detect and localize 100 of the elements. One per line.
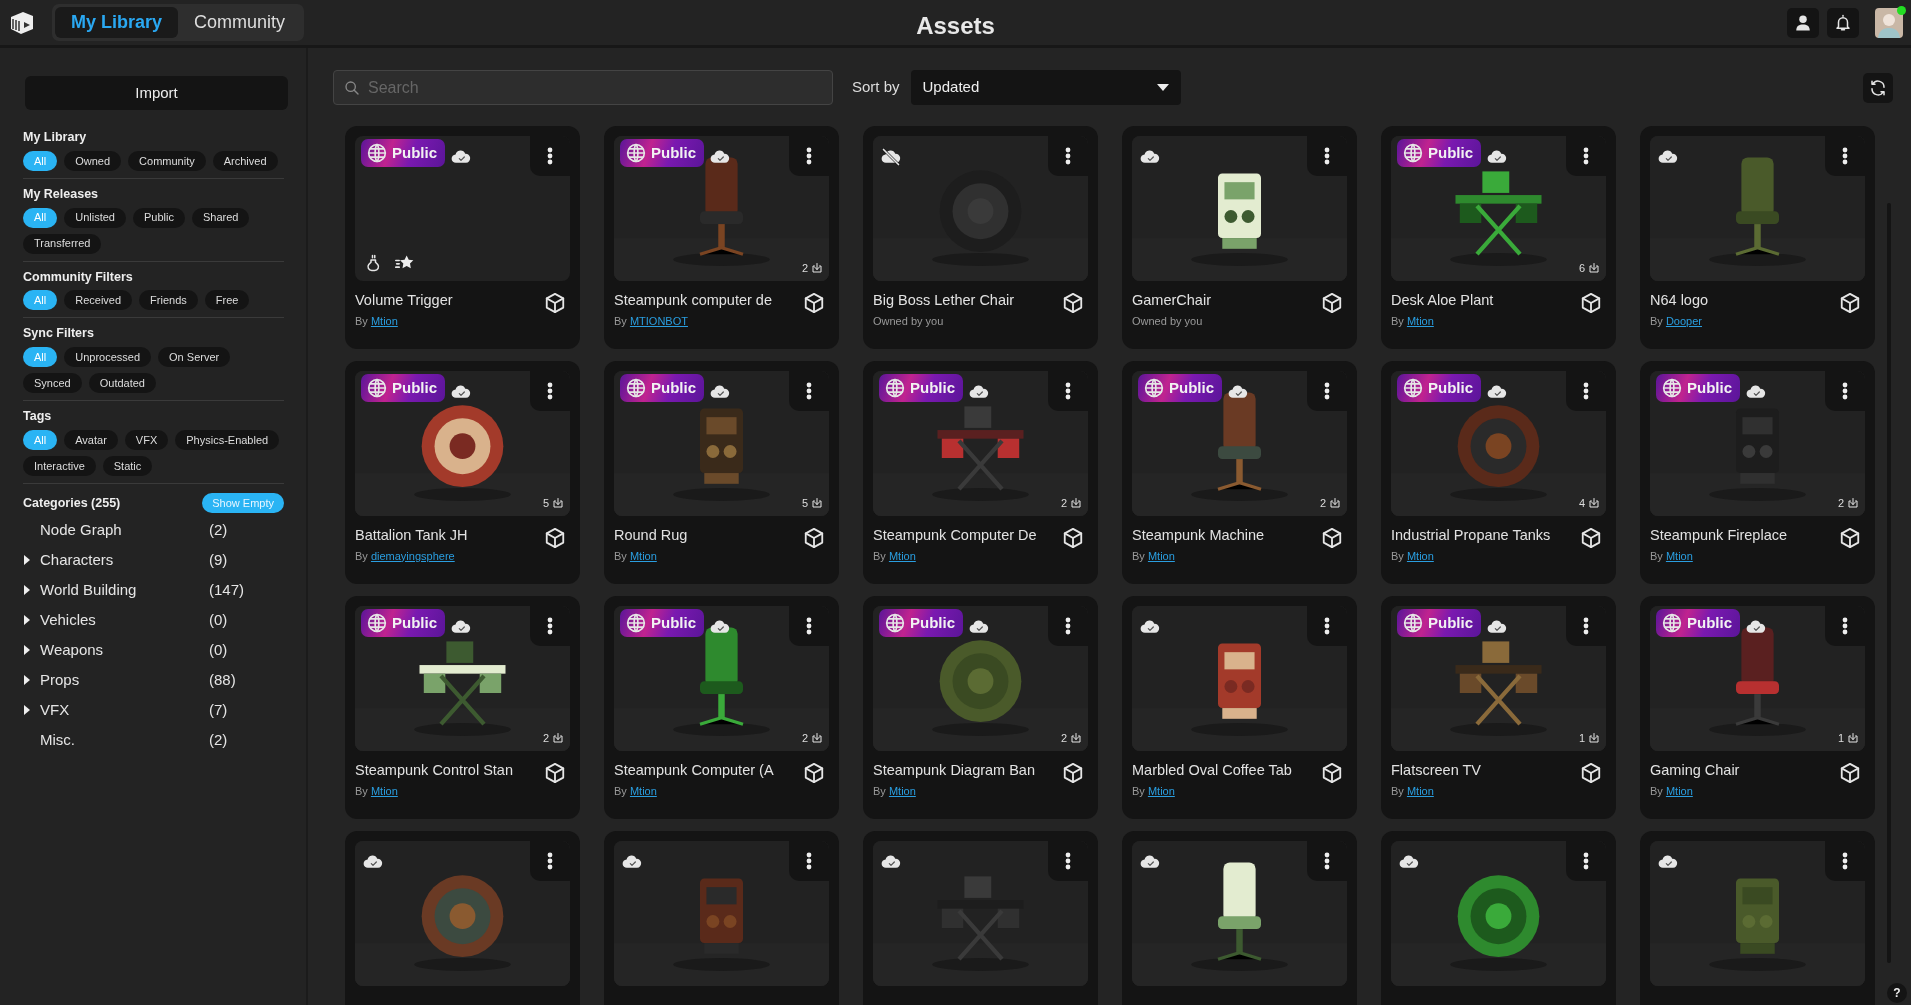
asset-card[interactable]: Public 2 Steampunk Computer (A By Mtion	[604, 596, 839, 819]
filter-chip[interactable]: Outdated	[88, 373, 156, 393]
download-count: 2	[1060, 494, 1082, 511]
help-button[interactable]: ?	[1887, 983, 1907, 1003]
category-name[interactable]: Misc.	[40, 729, 75, 752]
cube-icon	[803, 526, 825, 549]
author-link[interactable]: diemayingsphere	[370, 549, 455, 562]
author-link[interactable]: Mtion	[888, 784, 916, 797]
filter-chip[interactable]: Public	[133, 207, 185, 228]
expand-arrow-icon[interactable]	[23, 585, 31, 596]
tab[interactable]: Community	[178, 7, 302, 38]
download-count: 2	[542, 729, 564, 746]
asset-card[interactable]: Public 2 Steampunk Fireplace By Mtion	[1640, 361, 1875, 584]
asset-card[interactable]: Public 2 Steampunk Machine By Mtion	[1122, 361, 1357, 584]
public-badge: Public	[620, 374, 704, 402]
filter-chip[interactable]: Unlisted	[64, 207, 126, 228]
download-icon	[1070, 731, 1082, 744]
public-badge: Public	[361, 609, 445, 637]
asset-card[interactable]: Public 2 Steampunk Computer De By Mtion	[863, 361, 1098, 584]
author-link[interactable]: Mtion	[629, 784, 657, 797]
public-badge: Public	[361, 374, 445, 402]
filter-chip[interactable]: VFX	[124, 429, 169, 450]
author-link[interactable]: Mtion	[1406, 314, 1434, 327]
refresh-button[interactable]	[1863, 72, 1893, 103]
filter-chip[interactable]: Community	[128, 150, 206, 171]
filter-chip[interactable]: Avatar	[64, 429, 118, 450]
filter-chip[interactable]: Static	[102, 455, 153, 476]
asset-card[interactable]: GamerChair Owned by you	[1122, 126, 1357, 349]
expand-arrow-icon[interactable]	[23, 615, 31, 626]
byline-label: By	[355, 314, 369, 327]
download-count: 2	[1319, 494, 1341, 511]
author-link[interactable]: Mtion	[370, 314, 398, 327]
cube-icon	[1321, 526, 1343, 549]
author-link[interactable]: Mtion	[1147, 784, 1175, 797]
filter-chip[interactable]: Archived	[212, 150, 278, 171]
filter-chip[interactable]: Owned	[64, 150, 122, 171]
category-name[interactable]: World Building	[40, 579, 137, 602]
category-name[interactable]: Weapons	[40, 639, 104, 662]
asset-card[interactable]: Public 2 Steampunk computer de By MTIONBOT	[604, 126, 839, 349]
download-icon	[811, 261, 823, 274]
expand-arrow-icon[interactable]	[23, 705, 31, 716]
profile-button[interactable]	[1787, 7, 1819, 38]
asset-card[interactable]: Public Volume Trigger By Mtion	[345, 126, 580, 349]
notifications-button[interactable]	[1827, 7, 1859, 38]
public-badge: Public	[879, 374, 963, 402]
expand-arrow-icon[interactable]	[23, 675, 31, 686]
more-options-icon	[1583, 147, 1589, 165]
download-count: 5	[801, 494, 823, 511]
category-name[interactable]: Characters	[40, 549, 114, 572]
filter-chip[interactable]: Transferred	[23, 233, 102, 254]
import-button[interactable]: Import	[25, 76, 288, 110]
asset-card[interactable]: Big Boss Lether Chair Owned by you	[863, 126, 1098, 349]
asset-card[interactable]: Public 2 Steampunk Control Stan By Mtion	[345, 596, 580, 819]
expand-arrow-icon[interactable]	[23, 555, 31, 566]
asset-card[interactable]: Public 2 Steampunk Diagram Ban By Mtion	[863, 596, 1098, 819]
author-link[interactable]: Mtion	[629, 549, 657, 562]
search-field[interactable]: Search	[333, 70, 833, 105]
asset-card[interactable]: Public 5 Battalion Tank JH By diemayingsphere	[345, 361, 580, 584]
expand-arrow-icon[interactable]	[23, 645, 31, 656]
cube-icon	[803, 291, 825, 314]
download-icon	[1847, 731, 1859, 744]
author-link[interactable]: Mtion	[1406, 549, 1434, 562]
category-count: (147)	[209, 580, 245, 600]
author-link[interactable]: Mtion	[1406, 784, 1434, 797]
asset-card[interactable]: Public 4 Industrial Propane Tanks By Mtion	[1381, 361, 1616, 584]
asset-card[interactable]: Public 5 Round Rug By Mtion	[604, 361, 839, 584]
asset-card[interactable]	[1122, 831, 1357, 1005]
asset-card[interactable]: Marbled Oval Coffee Tab By Mtion	[1122, 596, 1357, 819]
filter-chip[interactable]: Physics-Enabled	[175, 429, 280, 450]
filter-chip[interactable]: Shared	[191, 207, 250, 228]
category-name[interactable]: VFX	[40, 699, 70, 722]
byline-label: By	[1650, 784, 1664, 797]
author-link[interactable]: Mtion	[1147, 549, 1175, 562]
filter-chip[interactable]: Synced	[23, 373, 82, 393]
asset-card[interactable]: Public 6 Desk Aloe Plant By Mtion	[1381, 126, 1616, 349]
filter-chip[interactable]: Interactive	[23, 455, 96, 476]
author-link[interactable]: Dooper	[1665, 314, 1702, 327]
avatar[interactable]	[1875, 7, 1903, 38]
filter-chip[interactable]: Free	[204, 290, 250, 311]
category-name[interactable]: Props	[40, 669, 80, 692]
category-name[interactable]: Vehicles	[40, 609, 96, 632]
filter-chip[interactable]: Received	[64, 290, 133, 311]
asset-title: GamerChair	[1132, 291, 1212, 310]
filter-chip[interactable]: Friends	[139, 290, 198, 311]
author-link[interactable]: Mtion	[888, 549, 916, 562]
author-link[interactable]: Mtion	[1665, 549, 1693, 562]
author-link[interactable]: MTIONBOT	[629, 314, 688, 327]
asset-card[interactable]: N64 logo By Dooper	[1640, 126, 1875, 349]
category-name[interactable]: Node Graph	[40, 519, 122, 542]
sort-dropdown[interactable]: Updated	[910, 70, 1181, 105]
cube-icon	[1839, 291, 1861, 314]
byline-label: By	[355, 784, 369, 797]
filter-chip[interactable]: On Server	[158, 347, 231, 367]
asset-card[interactable]: Public 1 Gaming Chair By Mtion	[1640, 596, 1875, 819]
tab[interactable]: My Library	[55, 7, 179, 38]
author-link[interactable]: Mtion	[1665, 784, 1693, 797]
filter-chip[interactable]: Unprocessed	[64, 347, 152, 367]
byline-label: By	[1391, 784, 1405, 797]
asset-card[interactable]: Public 1 Flatscreen TV By Mtion	[1381, 596, 1616, 819]
author-link[interactable]: Mtion	[370, 784, 398, 797]
